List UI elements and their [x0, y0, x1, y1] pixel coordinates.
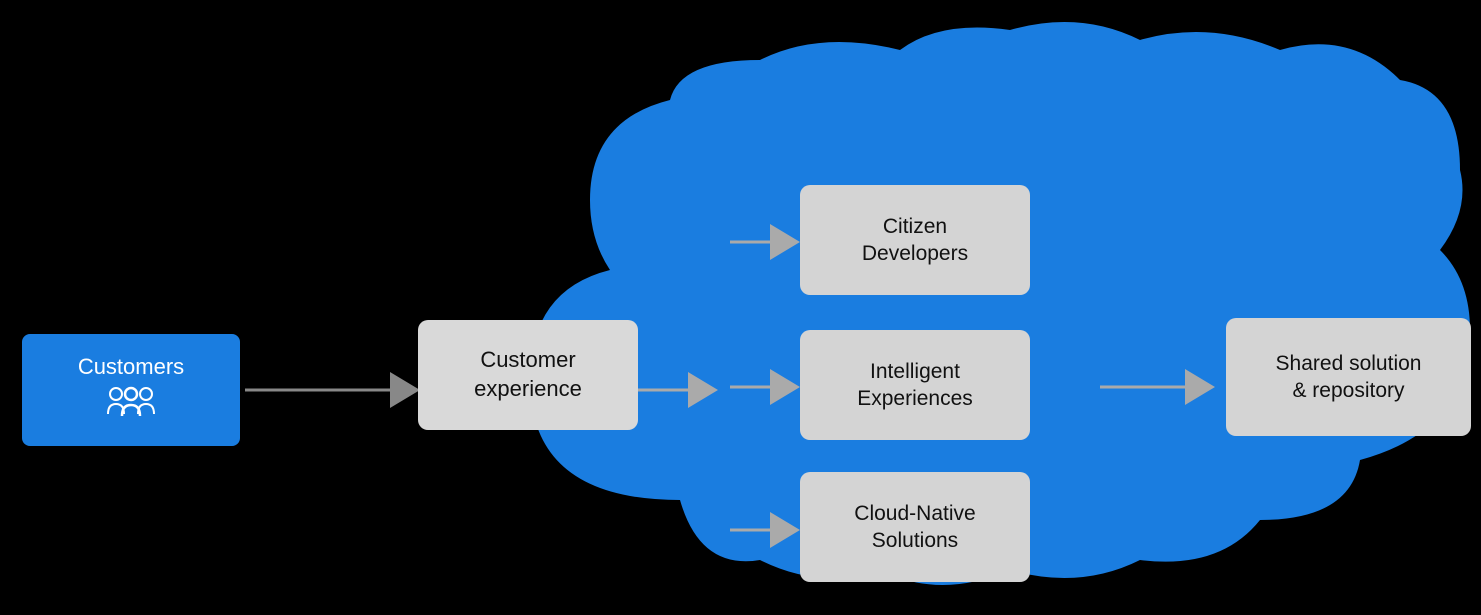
cloud-native-box: Cloud-Native Solutions [800, 472, 1030, 582]
arrow-cx-to-cloud [638, 368, 718, 412]
arrow-citizen [730, 220, 800, 264]
arrow-intelligent [730, 365, 800, 409]
customers-label: Customers [78, 354, 184, 380]
intelligent-experiences-label: Intelligent Experiences [857, 358, 973, 413]
arrow-customers-to-cx [245, 368, 420, 412]
shared-solution-label: Shared solution & repository [1276, 350, 1422, 405]
intelligent-experiences-box: Intelligent Experiences [800, 330, 1030, 440]
customers-icon [106, 386, 156, 426]
customer-experience-box: Customer experience [418, 320, 638, 430]
cx-label: Customer experience [474, 346, 582, 403]
diagram: Customers Customer experience [0, 0, 1481, 615]
cloud-native-label: Cloud-Native Solutions [854, 500, 975, 555]
citizen-developers-box: Citizen Developers [800, 185, 1030, 295]
arrow-cloudnative [730, 508, 800, 552]
citizen-developers-label: Citizen Developers [862, 213, 968, 268]
shared-solution-box: Shared solution & repository [1226, 318, 1471, 436]
arrow-shared-to-intelligent [1100, 365, 1215, 409]
customers-box: Customers [22, 334, 240, 446]
